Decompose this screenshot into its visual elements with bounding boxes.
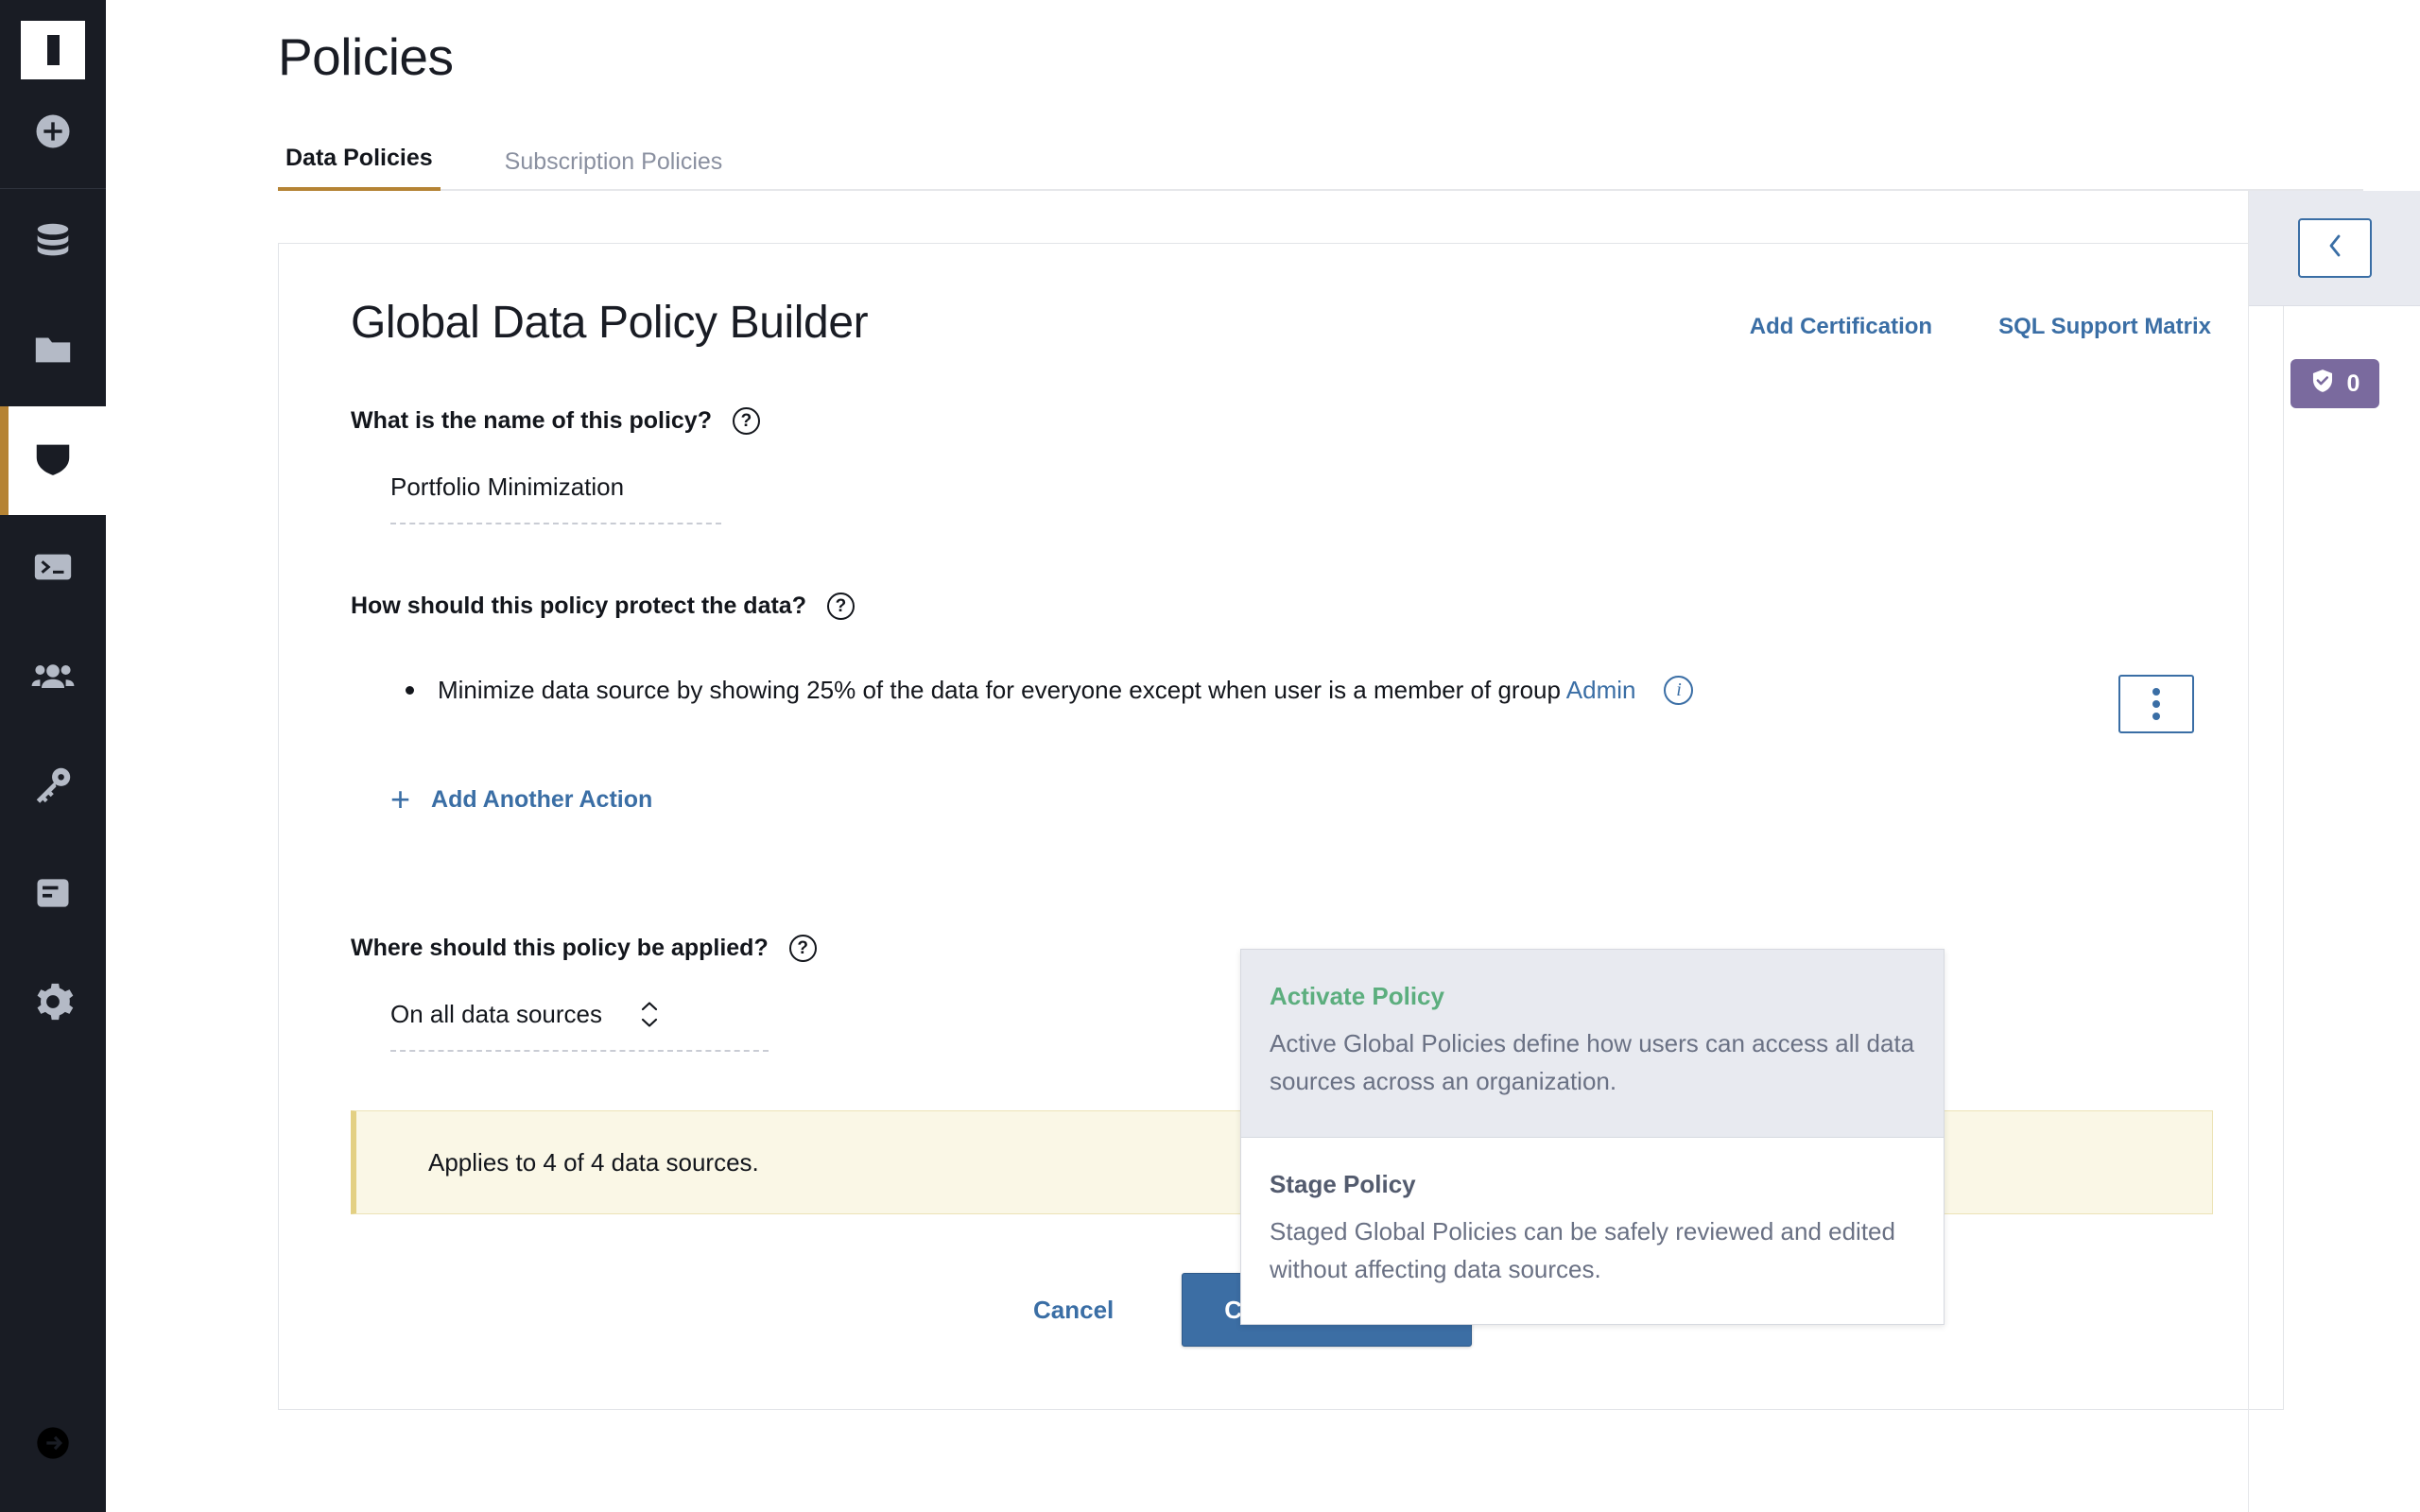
app-root: Policies Data Policies Subscription Poli… — [0, 0, 2420, 1512]
policy-name-question: What is the name of this policy? ? — [351, 407, 2211, 435]
policy-name-input[interactable]: Portfolio Minimization — [390, 472, 721, 524]
chevron-left-icon — [2325, 232, 2345, 265]
dropdown-item-activate-policy[interactable]: Activate Policy Active Global Policies d… — [1241, 950, 1944, 1138]
policy-action-menu-button[interactable] — [2118, 675, 2194, 733]
policy-protect-question: How should this policy protect the data?… — [351, 593, 2211, 620]
kebab-menu-icon — [2152, 700, 2160, 708]
add-certification-link[interactable]: Add Certification — [1750, 314, 1932, 340]
main-area: Policies Data Policies Subscription Poli… — [106, 0, 2420, 1512]
cancel-button[interactable]: Cancel — [1033, 1296, 1114, 1325]
policy-name-question-label: What is the name of this policy? — [351, 407, 712, 434]
policy-action-group-link[interactable]: Admin — [1566, 676, 1636, 704]
chevron-updown-icon — [640, 1001, 659, 1028]
data-source-scope-value: On all data sources — [390, 1000, 603, 1028]
policy-name-value: Portfolio Minimization — [390, 472, 625, 501]
kebab-menu-icon — [2152, 713, 2160, 720]
dropdown-item-title: Stage Policy — [1270, 1169, 1416, 1198]
card-title: Global Data Policy Builder — [351, 298, 869, 348]
logout-icon — [34, 1424, 72, 1467]
sidebar-item-policies[interactable] — [0, 406, 106, 515]
collapse-panel-button[interactable] — [2297, 218, 2372, 278]
tab-data-policies[interactable]: Data Policies — [278, 145, 441, 191]
report-icon — [32, 872, 74, 919]
tab-bar: Data Policies Subscription Policies — [278, 130, 2363, 191]
plus-circle-icon — [33, 112, 73, 156]
create-policy-dropdown: Activate Policy Active Global Policies d… — [1240, 949, 1945, 1326]
help-icon[interactable]: ? — [788, 935, 817, 962]
sidebar-item-settings[interactable] — [0, 950, 106, 1058]
page-title: Policies — [278, 27, 454, 86]
policy-action-description: Minimize data source by showing 25% of t… — [438, 676, 1561, 704]
data-source-scope-select[interactable]: On all data sources — [390, 1000, 769, 1052]
bullet-point — [406, 686, 414, 696]
sidebar-item-users[interactable] — [0, 624, 106, 732]
key-icon — [31, 763, 75, 811]
shield-check-icon — [2309, 368, 2336, 401]
sidebar-item-logout[interactable] — [0, 1424, 106, 1467]
status-badge[interactable]: 0 — [2290, 359, 2379, 408]
status-badge-count: 0 — [2346, 369, 2360, 397]
right-rail: 0 — [2248, 191, 2420, 1512]
card-header-links: Add Certification SQL Support Matrix — [1750, 297, 2211, 340]
terminal-icon — [31, 545, 75, 593]
tab-subscription-policies[interactable]: Subscription Policies — [497, 148, 731, 191]
right-rail-header — [2249, 191, 2420, 306]
sql-support-matrix-link[interactable]: SQL Support Matrix — [1998, 314, 2211, 340]
sidebar-item-projects[interactable] — [0, 298, 106, 406]
dropdown-item-stage-policy[interactable]: Stage Policy Staged Global Policies can … — [1241, 1138, 1944, 1325]
folder-icon — [31, 328, 75, 376]
dropdown-item-title: Activate Policy — [1270, 982, 1444, 1010]
dropdown-item-description: Staged Global Policies can be safely rev… — [1270, 1216, 1895, 1283]
policy-apply-question-label: Where should this policy be applied? — [351, 935, 769, 961]
gear-icon — [31, 980, 75, 1028]
sidebar-item-reports[interactable] — [0, 841, 106, 950]
sidebar-item-add[interactable] — [0, 79, 106, 188]
dropdown-item-description: Active Global Policies define how users … — [1270, 1029, 1915, 1096]
info-icon[interactable]: i — [1664, 676, 1694, 706]
help-icon[interactable]: ? — [732, 407, 760, 435]
shield-icon — [31, 437, 75, 485]
kebab-menu-icon — [2152, 688, 2160, 696]
add-another-action-button[interactable]: + Add Another Action — [390, 782, 2211, 816]
policy-protect-question-label: How should this policy protect the data? — [351, 593, 806, 619]
policy-action-item: Minimize data source by showing 25% of t… — [351, 675, 2118, 707]
data-sources-alert-text: Applies to 4 of 4 data sources. — [428, 1147, 759, 1177]
policy-action-row: Minimize data source by showing 25% of t… — [351, 675, 2211, 733]
database-icon — [31, 219, 75, 267]
app-logo-icon[interactable] — [21, 21, 85, 79]
users-icon — [30, 653, 76, 703]
sidebar-item-console[interactable] — [0, 515, 106, 624]
policy-action-text: Minimize data source by showing 25% of t… — [438, 675, 1635, 707]
card-header: Global Data Policy Builder Add Certifica… — [351, 297, 2211, 349]
sidebar — [0, 0, 106, 1512]
plus-icon: + — [390, 780, 411, 818]
sidebar-item-keys[interactable] — [0, 732, 106, 841]
help-icon[interactable]: ? — [826, 593, 855, 620]
sidebar-item-data-sources[interactable] — [0, 189, 106, 298]
add-another-action-label: Add Another Action — [431, 785, 653, 813]
